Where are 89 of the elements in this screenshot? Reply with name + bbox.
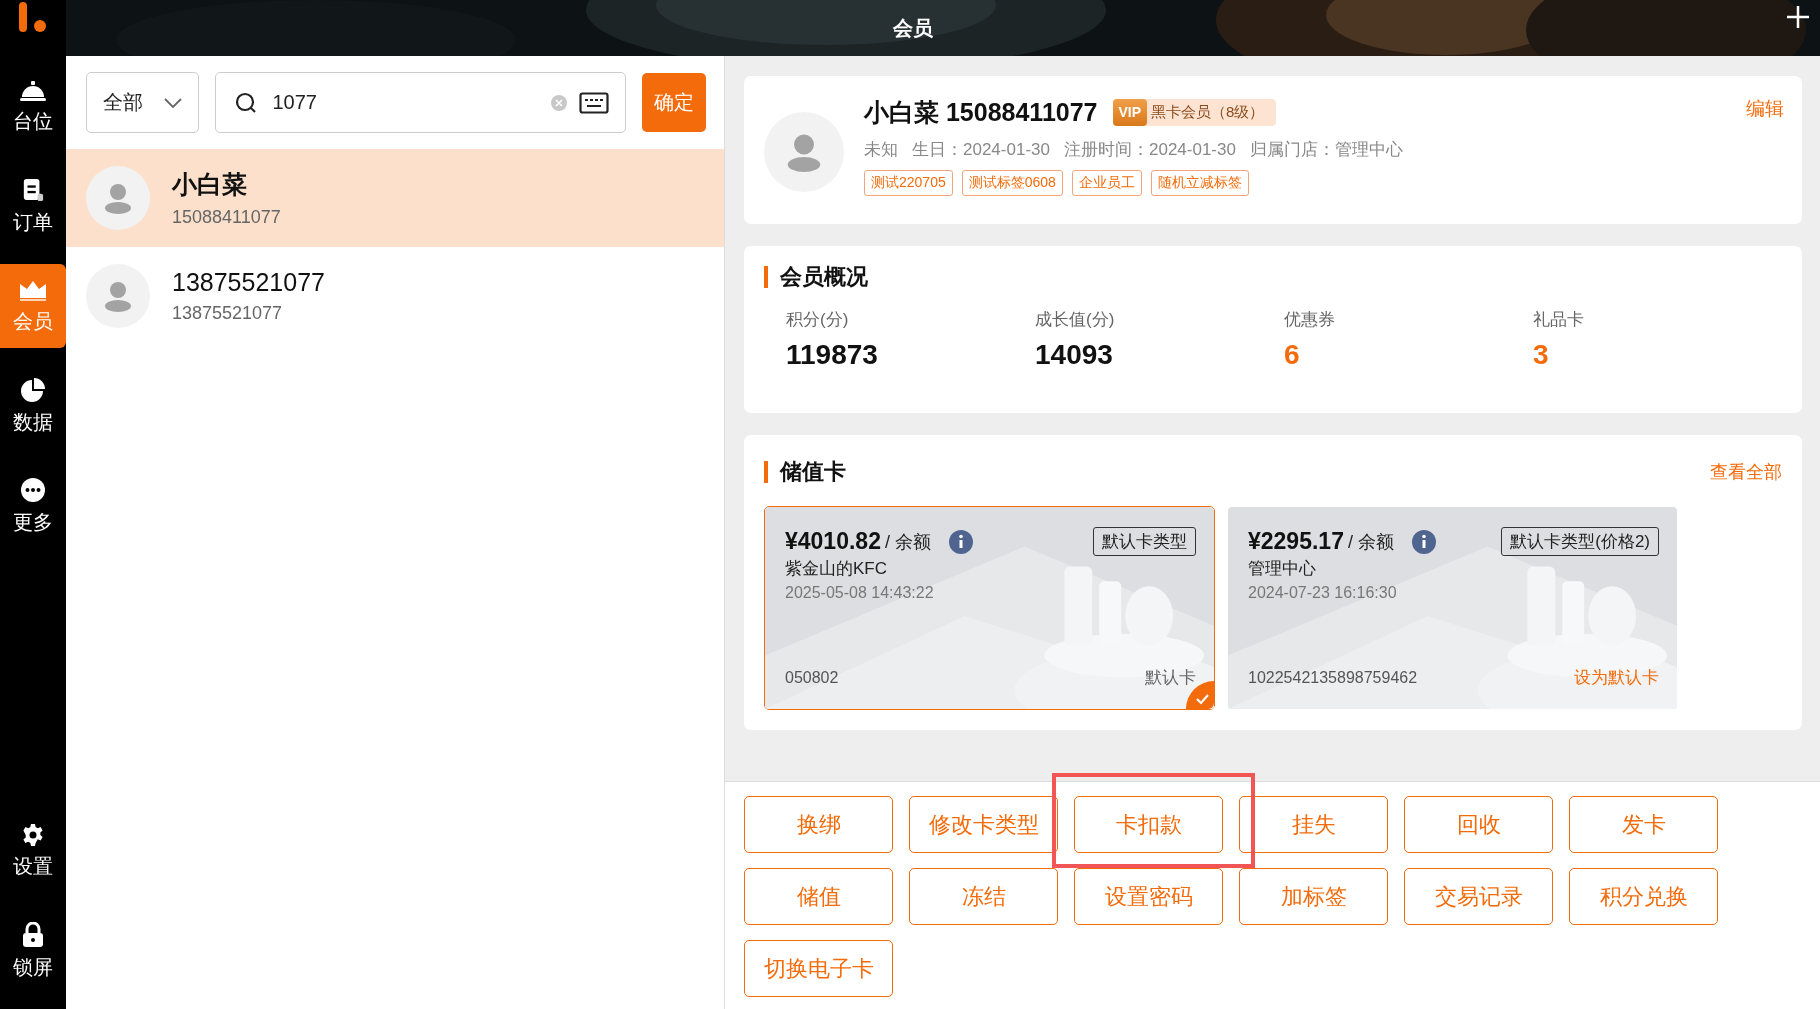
nav-label: 会员 bbox=[13, 308, 53, 334]
action-button[interactable]: 修改卡类型 bbox=[909, 796, 1058, 853]
tag: 随机立减标签 bbox=[1150, 170, 1249, 196]
nav-item[interactable]: 台位 bbox=[0, 64, 66, 148]
balance-label: / 余额 bbox=[1347, 530, 1394, 554]
balance-amount: ¥2295.17 bbox=[1248, 528, 1344, 555]
action-button[interactable]: 挂失 bbox=[1239, 796, 1388, 853]
tag: 测试220705 bbox=[864, 170, 953, 196]
stat-value: 6 bbox=[1284, 339, 1301, 371]
card-time: 2024-07-23 16:16:30 bbox=[1248, 584, 1398, 602]
action-button[interactable]: 发卡 bbox=[1569, 796, 1718, 853]
stat-label: 成长值(分) bbox=[1035, 309, 1116, 331]
detail-text: 注册时间：2024-01-30 bbox=[1063, 139, 1236, 161]
detail-text: 归属门店：管理中心 bbox=[1249, 139, 1403, 161]
tag: 测试标签0608 bbox=[961, 170, 1063, 196]
action-button[interactable]: 卡扣款 bbox=[1074, 796, 1223, 853]
page-title: 会员 bbox=[893, 15, 933, 41]
stat-label: 优惠券 bbox=[1284, 309, 1336, 331]
action-button[interactable]: 回收 bbox=[1404, 796, 1553, 853]
member-phone: 15088411077 bbox=[172, 207, 281, 228]
action-button[interactable]: 换绑 bbox=[744, 796, 893, 853]
search-input[interactable]: 1077 bbox=[270, 90, 540, 115]
member-row[interactable]: 13875521077 13875521077 bbox=[66, 247, 724, 345]
action-button[interactable]: 加标签 bbox=[1239, 868, 1388, 925]
chevron-down-icon bbox=[164, 97, 183, 108]
stored-value-card[interactable]: ¥4010.82 / 余额 默认卡类型 紫金山的KFC 2025-05-08 14:43:22 050802 默认卡 bbox=[764, 506, 1215, 710]
nav-label: 订单 bbox=[13, 209, 53, 235]
vip-badge: VIP 黑卡会员（8级） bbox=[1112, 99, 1277, 126]
card-number: 050802 bbox=[785, 668, 839, 687]
action-button[interactable]: 设置密码 bbox=[1074, 868, 1223, 925]
action-button[interactable]: 储值 bbox=[744, 868, 893, 925]
info-icon bbox=[1411, 529, 1436, 554]
nav-label: 设置 bbox=[13, 853, 53, 879]
action-button[interactable]: 冻结 bbox=[909, 868, 1058, 925]
more-icon bbox=[20, 476, 46, 503]
confirm-button[interactable]: 确定 bbox=[642, 73, 706, 132]
stat-value: 119873 bbox=[786, 339, 879, 371]
card-type-label: 默认卡类型 bbox=[1093, 527, 1196, 556]
set-default-link[interactable]: 设为默认卡 bbox=[1574, 666, 1659, 689]
view-all-link[interactable]: 查看全部 bbox=[1710, 460, 1782, 484]
nav-label: 数据 bbox=[13, 409, 53, 435]
balance-amount: ¥4010.82 bbox=[785, 528, 881, 555]
card-time: 2025-05-08 14:43:22 bbox=[785, 584, 935, 602]
nav-item[interactable]: 设置 bbox=[0, 809, 66, 893]
action-button[interactable]: 切换电子卡 bbox=[744, 940, 893, 997]
nav-item[interactable]: 会员 bbox=[0, 264, 66, 348]
tag: 企业员工 bbox=[1071, 170, 1142, 196]
pie-chart-icon bbox=[20, 376, 46, 403]
keyboard-icon[interactable] bbox=[579, 91, 610, 114]
detail-text: 生日：2024-01-30 bbox=[912, 139, 1050, 161]
stat-value: 14093 bbox=[1035, 339, 1114, 371]
member-name: 小白菜 bbox=[172, 169, 248, 200]
avatar-icon bbox=[86, 264, 150, 328]
card-type-label: 默认卡类型(价格2) bbox=[1501, 527, 1659, 556]
action-button[interactable]: 积分兑换 bbox=[1569, 868, 1718, 925]
nav-label: 台位 bbox=[13, 108, 53, 134]
avatar-icon bbox=[764, 112, 844, 192]
section-title: 会员概况 bbox=[764, 266, 1782, 288]
member-name: 小白菜 15088411077 bbox=[864, 97, 1098, 128]
nav-item[interactable]: 更多 bbox=[0, 464, 66, 548]
settings-icon bbox=[21, 822, 45, 847]
member-name: 13875521077 bbox=[172, 268, 325, 297]
document-icon bbox=[22, 176, 44, 203]
stat-label: 积分(分) bbox=[786, 309, 850, 331]
member-phone: 13875521077 bbox=[172, 303, 284, 324]
detail-text: 未知 bbox=[864, 139, 898, 161]
search-field[interactable]: 1077 bbox=[215, 72, 627, 133]
lock-icon bbox=[21, 921, 45, 948]
section-title: 储值卡 bbox=[764, 461, 846, 483]
nav-item[interactable]: 订单 bbox=[0, 164, 66, 248]
default-card-label: 默认卡 bbox=[1145, 667, 1196, 689]
nav-item[interactable]: 数据 bbox=[0, 364, 66, 448]
card-number: 1022542135898759462 bbox=[1248, 668, 1418, 687]
info-icon bbox=[948, 529, 973, 554]
store-name: 紫金山的KFC bbox=[785, 558, 888, 580]
nav-label: 更多 bbox=[13, 509, 53, 535]
stored-value-card[interactable]: ¥2295.17 / 余额 默认卡类型(价格2) 管理中心 2024-07-23 16:16:30 1022542135898759462 设为默认卡 bbox=[1227, 506, 1678, 710]
balance-label: / 余额 bbox=[884, 530, 931, 554]
edit-link[interactable]: 编辑 bbox=[1746, 96, 1784, 122]
stat-label: 礼品卡 bbox=[1533, 309, 1585, 331]
add-icon bbox=[1786, 5, 1810, 29]
filter-dropdown[interactable]: 全部 bbox=[86, 72, 200, 133]
avatar-icon bbox=[86, 166, 150, 230]
nav-label: 锁屏 bbox=[13, 954, 53, 980]
store-name: 管理中心 bbox=[1248, 558, 1317, 580]
member-row[interactable]: 小白菜 15088411077 bbox=[66, 149, 724, 247]
action-button[interactable]: 交易记录 bbox=[1404, 868, 1553, 925]
nav-item[interactable]: 锁屏 bbox=[0, 909, 66, 993]
stat-value: 3 bbox=[1533, 339, 1550, 371]
